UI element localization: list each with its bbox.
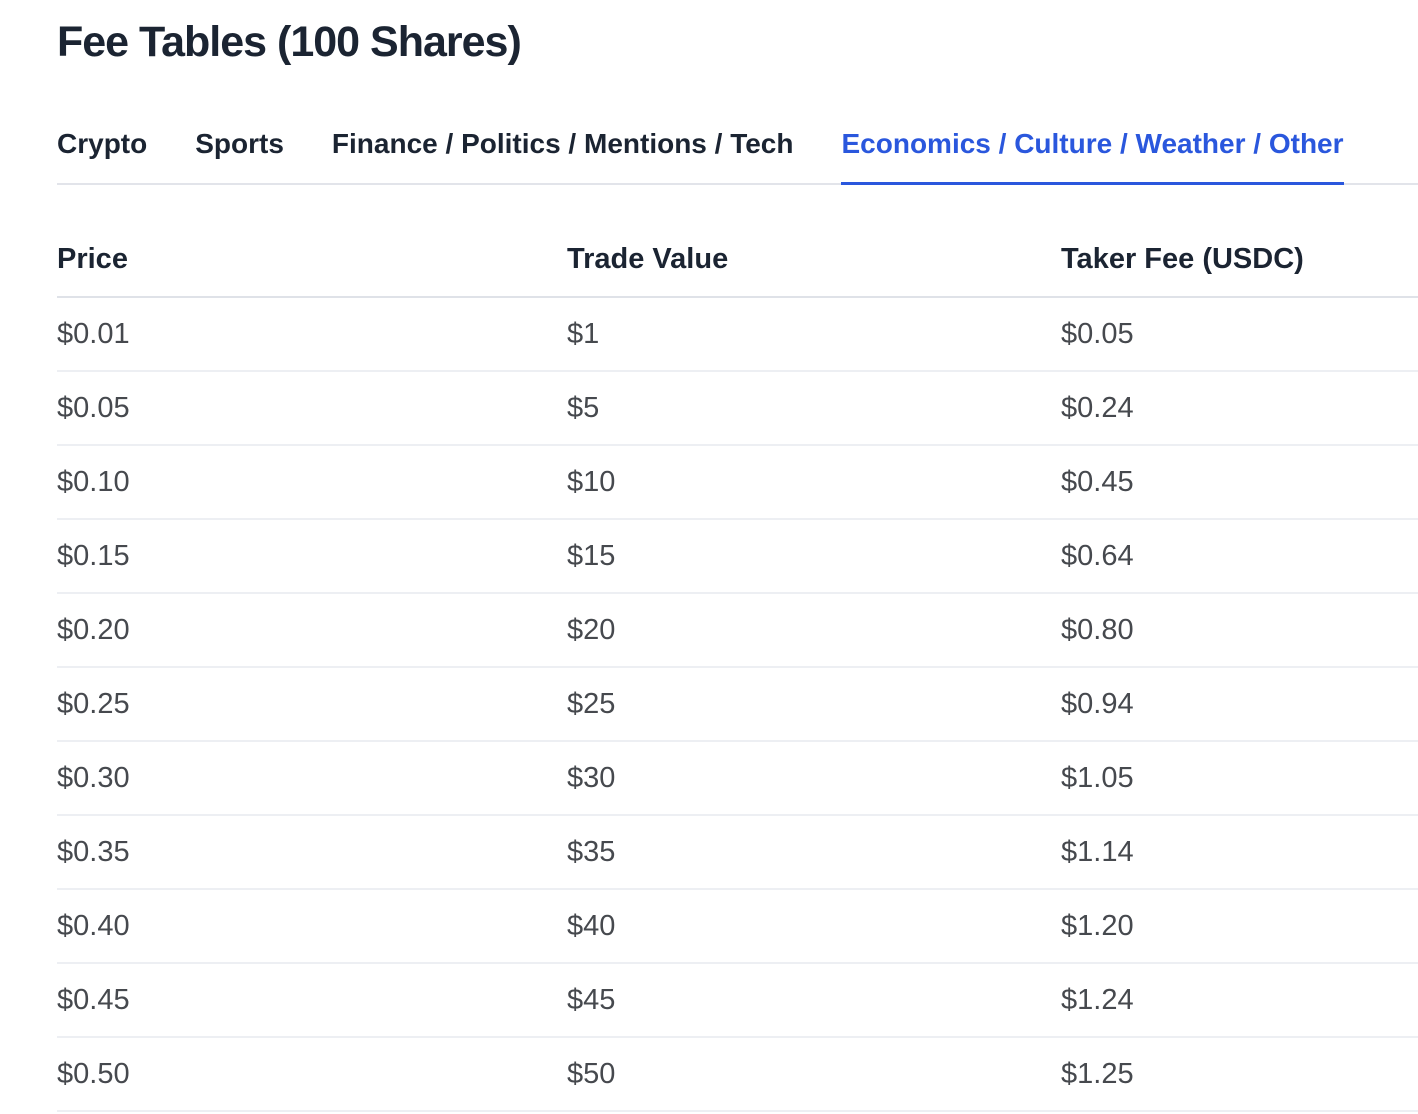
table-cell: $0.05	[57, 391, 567, 425]
table-cell: $1.20	[1061, 909, 1418, 943]
table-cell: $45	[567, 983, 1061, 1017]
table-cell: $30	[567, 761, 1061, 795]
column-header-trade-value: Trade Value	[567, 243, 1061, 276]
table-cell: $1.05	[1061, 761, 1418, 795]
table-cell: $1.14	[1061, 835, 1418, 869]
table-cell: $20	[567, 613, 1061, 647]
column-header-price: Price	[57, 243, 567, 276]
table-cell: $10	[567, 465, 1061, 499]
table-row: $0.01$1$0.05	[57, 298, 1418, 372]
table-cell: $1.25	[1061, 1057, 1418, 1091]
table-row: $0.35$35$1.14	[57, 816, 1418, 890]
page-title: Fee Tables (100 Shares)	[57, 0, 1418, 66]
column-header-taker-fee-usdc: Taker Fee (USDC)	[1061, 243, 1418, 276]
table-cell: $35	[567, 835, 1061, 869]
table-cell: $0.30	[57, 761, 567, 795]
table-row: $0.30$30$1.05	[57, 742, 1418, 816]
tab-bar: Crypto Sports Finance / Politics / Mention…	[57, 128, 1418, 185]
table-cell: $50	[567, 1057, 1061, 1091]
tab-sports[interactable]: Sports	[195, 128, 284, 183]
table-cell: $0.45	[57, 983, 567, 1017]
table-cell: $1.24	[1061, 983, 1418, 1017]
table-cell: $25	[567, 687, 1061, 721]
table-row: $0.05$5$0.24	[57, 372, 1418, 446]
table-row: $0.20$20$0.80	[57, 594, 1418, 668]
table-body: $0.01$1$0.05$0.05$5$0.24$0.10$10$0.45$0.…	[57, 298, 1418, 1112]
table-header-row: PriceTrade ValueTaker Fee (USDC)	[57, 185, 1418, 298]
table-cell: $0.94	[1061, 687, 1418, 721]
table-row: $0.50$50$1.25	[57, 1038, 1418, 1112]
table-row: $0.25$25$0.94	[57, 668, 1418, 742]
table-row: $0.45$45$1.24	[57, 964, 1418, 1038]
table-cell: $0.50	[57, 1057, 567, 1091]
table-cell: $0.25	[57, 687, 567, 721]
table-cell: $40	[567, 909, 1061, 943]
table-cell: $0.80	[1061, 613, 1418, 647]
table-cell: $0.35	[57, 835, 567, 869]
tab-economics-culture-weather-other[interactable]: Economics / Culture / Weather / Other	[841, 128, 1343, 183]
table-cell: $0.01	[57, 317, 567, 351]
fee-tables-page: Fee Tables (100 Shares) Crypto Sports Fina…	[0, 0, 1418, 1112]
tab-crypto[interactable]: Crypto	[57, 128, 147, 183]
table-cell: $0.45	[1061, 465, 1418, 499]
table-cell: $0.20	[57, 613, 567, 647]
table-cell: $0.15	[57, 539, 567, 573]
table-cell: $0.40	[57, 909, 567, 943]
table-cell: $0.10	[57, 465, 567, 499]
table-cell: $0.24	[1061, 391, 1418, 425]
table-cell: $15	[567, 539, 1061, 573]
table-cell: $1	[567, 317, 1061, 351]
fee-table: PriceTrade ValueTaker Fee (USDC) $0.01$1…	[57, 185, 1418, 1112]
table-cell: $0.64	[1061, 539, 1418, 573]
table-cell: $5	[567, 391, 1061, 425]
table-row: $0.10$10$0.45	[57, 446, 1418, 520]
table-row: $0.15$15$0.64	[57, 520, 1418, 594]
tab-finance-politics-mentions-tech[interactable]: Finance / Politics / Mentions / Tech	[332, 128, 794, 183]
table-row: $0.40$40$1.20	[57, 890, 1418, 964]
table-cell: $0.05	[1061, 317, 1418, 351]
